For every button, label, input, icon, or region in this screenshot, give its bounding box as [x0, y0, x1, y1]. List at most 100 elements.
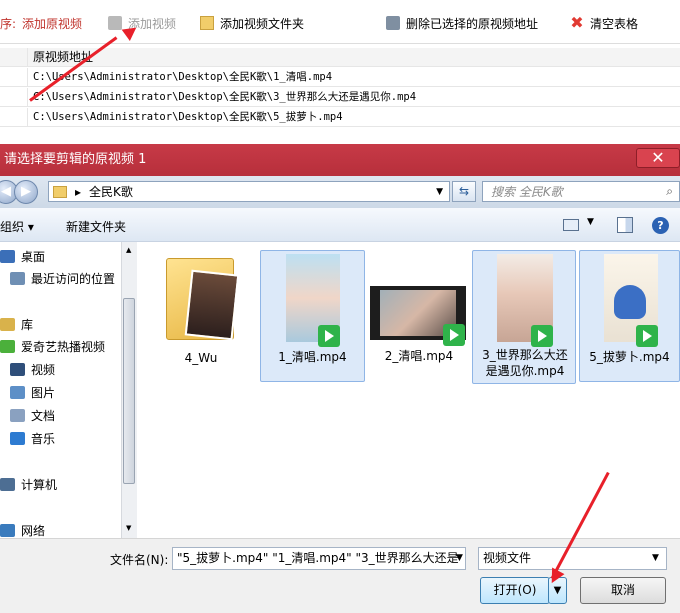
column-header-path: 原视频地址: [33, 50, 94, 64]
video-file-icon: [636, 325, 658, 347]
row-num-cell: [0, 108, 28, 127]
add-video-icon: [108, 16, 122, 30]
address-dropdown-icon[interactable]: ▼: [436, 187, 443, 197]
file-item-video[interactable]: 2_清唱.mp4: [368, 250, 470, 382]
music-library-icon: [10, 431, 25, 445]
filetype-value: 视频文件: [483, 551, 532, 565]
help-icon[interactable]: ?: [652, 217, 669, 234]
file-name: 3_世界那么大还是遇见你.mp4: [482, 348, 568, 378]
video-file-icon: [318, 325, 340, 347]
preview-pane-icon[interactable]: [617, 217, 633, 233]
sidebar-item-label: 音乐: [31, 431, 56, 446]
scroll-up-icon[interactable]: ▲: [126, 246, 131, 254]
refresh-icon[interactable]: ⇆: [452, 181, 476, 202]
documents-library-icon: [10, 408, 25, 422]
file-name: 4_Wu: [184, 351, 218, 365]
filename-dropdown-icon[interactable]: ▼: [456, 553, 463, 563]
clear-table-label: 清空表格: [590, 16, 639, 31]
dialog-title: 请选择要剪辑的原视频 1: [4, 152, 147, 167]
add-original-video-button[interactable]: 序: 添加原视频: [0, 14, 82, 32]
file-name: 5_拔萝卜.mp4: [589, 350, 670, 364]
gap: [0, 128, 680, 144]
sidebar-item[interactable]: 库: [0, 314, 33, 334]
sidebar-item-label: 文档: [31, 408, 56, 423]
file-name: 2_清唱.mp4: [384, 349, 454, 363]
sidebar-item-label: 视频: [31, 362, 56, 377]
file-name: 1_清唱.mp4: [278, 350, 347, 364]
thumbnail-figure: [614, 285, 646, 319]
filetype-select[interactable]: 视频文件 ▼: [478, 547, 667, 570]
table-row[interactable]: C:\Users\Administrator\Desktop\全民K歌\3_世界…: [0, 88, 680, 107]
network-icon: [0, 523, 15, 537]
delete-icon: [386, 16, 400, 30]
open-button[interactable]: 打开(O): [480, 577, 550, 604]
filetype-dropdown-icon: ▼: [652, 553, 659, 563]
search-icon: ⌕: [666, 184, 673, 198]
video-file-icon: [443, 324, 465, 346]
add-folder-button[interactable]: 添加视频文件夹: [200, 14, 304, 32]
sidebar-item[interactable]: 音乐: [10, 428, 55, 448]
recent-places-icon: [10, 271, 25, 285]
address-bar[interactable]: ▸ 全民K歌 ▼: [48, 181, 450, 202]
add-original-prefix: 序:: [0, 16, 17, 31]
sidebar-item[interactable]: 爱奇艺热播视频: [0, 336, 105, 356]
dialog-close-button[interactable]: ✕: [636, 148, 680, 168]
breadcrumb-current[interactable]: 全民K歌: [89, 183, 133, 200]
sidebar-item-label: 网络: [21, 523, 46, 538]
add-video-button[interactable]: 添加视频: [108, 14, 176, 32]
add-original-label: 添加原视频: [22, 16, 83, 31]
pictures-library-icon: [10, 385, 25, 399]
file-item-video[interactable]: 1_清唱.mp4: [260, 250, 365, 382]
file-item-video[interactable]: 5_拔萝卜.mp4: [579, 250, 680, 382]
row-num-cell: [0, 88, 28, 107]
file-item-folder[interactable]: 4_Wu: [160, 250, 242, 382]
path-cell: C:\Users\Administrator\Desktop\全民K歌\1_清唱…: [33, 71, 333, 83]
sidebar-item[interactable]: 视频: [10, 359, 55, 379]
sidebar-item-label: 库: [21, 317, 34, 332]
folder-add-icon: [200, 16, 214, 30]
iqiyi-icon: [0, 339, 15, 353]
row-num-cell: [0, 68, 28, 87]
video-library-icon: [10, 362, 25, 376]
delete-selected-button[interactable]: 删除已选择的原视频地址: [386, 14, 538, 32]
sidebar-item-label: 计算机: [21, 477, 58, 492]
search-placeholder: 搜索 全民K歌: [491, 185, 563, 199]
search-input[interactable]: 搜索 全民K歌 ⌕: [482, 181, 680, 202]
sidebar-item[interactable]: 最近访问的位置: [10, 268, 115, 288]
delete-selected-label: 删除已选择的原视频地址: [406, 16, 539, 31]
nav-scroll-thumb[interactable]: [123, 298, 135, 484]
path-cell: C:\Users\Administrator\Desktop\全民K歌\3_世界…: [33, 91, 417, 103]
table-row[interactable]: C:\Users\Administrator\Desktop\全民K歌\1_清唱…: [0, 68, 680, 87]
desktop-icon: [0, 249, 15, 263]
sidebar-item-label: 最近访问的位置: [31, 271, 116, 286]
forward-button[interactable]: ▶: [14, 180, 38, 204]
table-header: 原视频地址: [0, 48, 680, 67]
command-bar: 组织 ▾ 新建文件夹 ▼ ?: [0, 208, 680, 242]
new-folder-button[interactable]: 新建文件夹: [66, 218, 126, 235]
folder-preview-image: [184, 269, 240, 341]
sidebar-item[interactable]: 桌面: [0, 246, 45, 266]
clear-table-button[interactable]: ✖ 清空表格: [570, 14, 638, 32]
breadcrumb-separator: ▸: [75, 184, 82, 199]
add-folder-label: 添加视频文件夹: [220, 16, 305, 31]
view-options-icon[interactable]: [563, 219, 579, 231]
organize-menu[interactable]: 组织 ▾: [0, 218, 34, 235]
table-row[interactable]: C:\Users\Administrator\Desktop\全民K歌\5_拔萝…: [0, 108, 680, 127]
filename-label: 文件名(N):: [110, 553, 169, 567]
sidebar-item[interactable]: 文档: [10, 405, 55, 425]
file-item-video[interactable]: 3_世界那么大还是遇见你.mp4: [472, 250, 576, 384]
view-dropdown-icon[interactable]: ▼: [587, 217, 594, 227]
sidebar-item[interactable]: 图片: [10, 382, 55, 402]
computer-icon: [0, 477, 15, 491]
cancel-button[interactable]: 取消: [580, 577, 666, 604]
dialog-title-bar: 请选择要剪辑的原视频 1: [0, 144, 680, 176]
filename-input[interactable]: "5_拔萝卜.mp4" "1_清唱.mp4" "3_世界那么大还是: [172, 547, 466, 570]
sidebar-item[interactable]: 网络: [0, 520, 45, 540]
sidebar-item-label: 爱奇艺热播视频: [21, 339, 106, 354]
sidebar-item[interactable]: 计算机: [0, 474, 57, 494]
sidebar-item-label: 图片: [31, 385, 56, 400]
video-file-icon: [531, 325, 553, 347]
libraries-icon: [0, 317, 15, 331]
row-num-header: [0, 48, 28, 67]
scroll-down-icon[interactable]: ▼: [126, 524, 131, 532]
